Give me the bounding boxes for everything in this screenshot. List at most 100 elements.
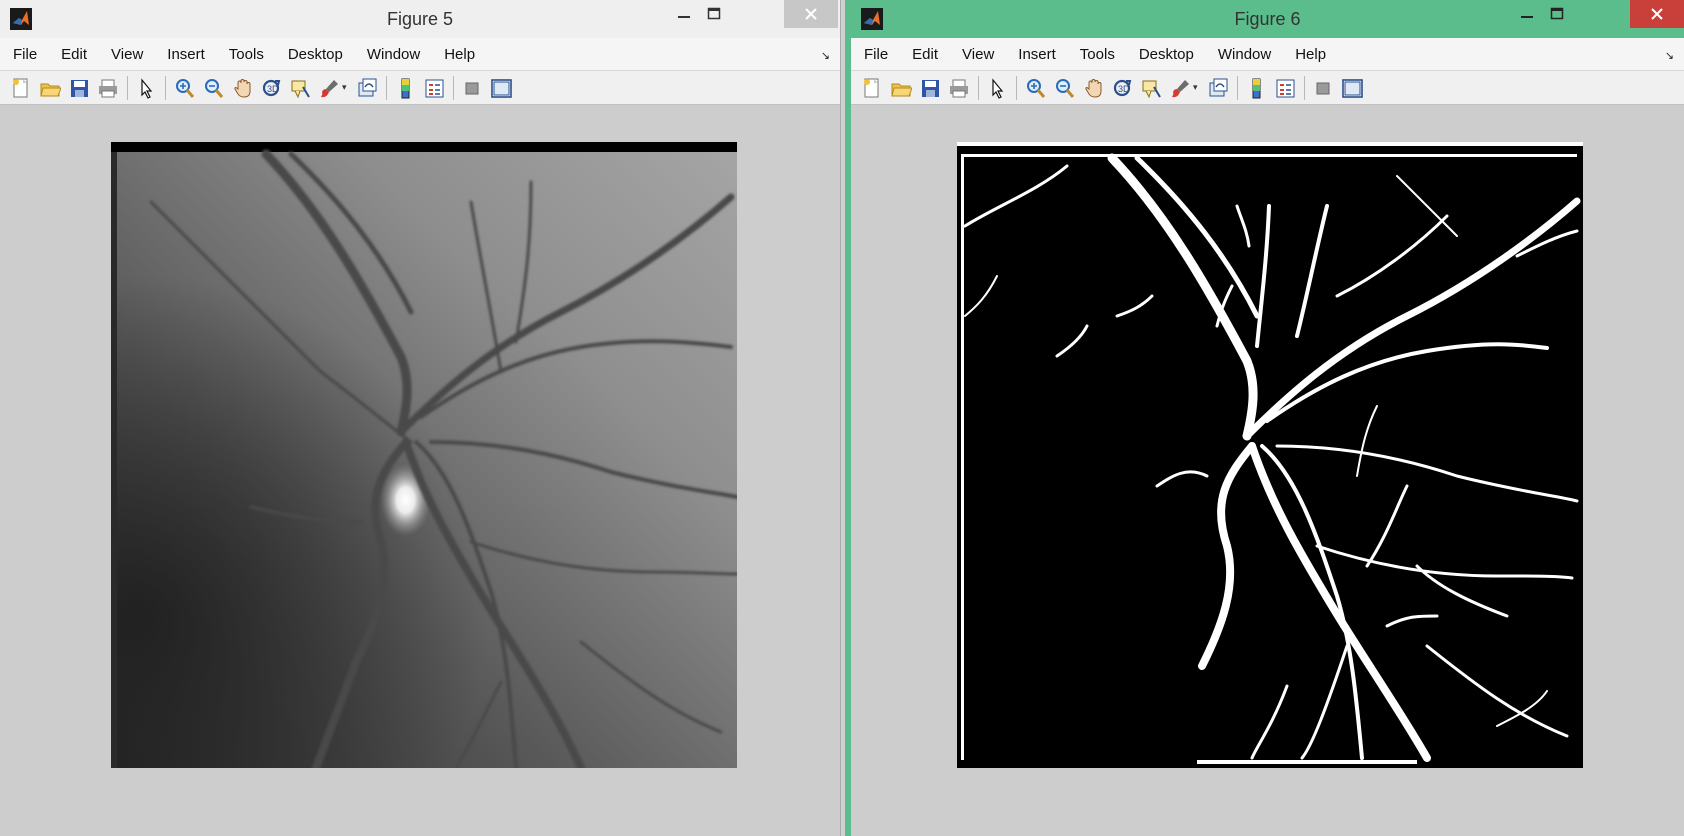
open-file-button[interactable] xyxy=(889,76,913,100)
link-plot-button[interactable] xyxy=(1206,76,1230,100)
open-file-button[interactable] xyxy=(38,76,62,100)
figure-toolbar: 3D ▾ xyxy=(851,71,1684,105)
data-cursor-icon xyxy=(1142,80,1161,98)
brush-dropdown-icon[interactable]: ▾ xyxy=(1193,82,1198,93)
insert-legend-button[interactable] xyxy=(1273,76,1297,100)
menu-help[interactable]: Help xyxy=(441,44,478,65)
menu-file[interactable]: File xyxy=(861,44,891,65)
insert-legend-icon xyxy=(1276,79,1295,97)
show-plot-tools-icon xyxy=(1341,78,1363,98)
figure-canvas xyxy=(851,106,1684,836)
toolbar-separator xyxy=(165,75,166,100)
figure-toolbar: 3D ▾ xyxy=(0,71,840,105)
title-bar[interactable]: Figure 5 xyxy=(0,0,840,38)
brush-button[interactable] xyxy=(317,76,341,100)
save-figure-icon xyxy=(922,79,939,97)
insert-colorbar-icon xyxy=(401,78,410,98)
zoom-in-button[interactable] xyxy=(172,76,196,100)
menu-tools[interactable]: Tools xyxy=(226,44,267,65)
insert-colorbar-button[interactable] xyxy=(393,76,417,100)
print-figure-button[interactable] xyxy=(96,76,120,100)
data-cursor-button[interactable] xyxy=(288,76,312,100)
menu-help[interactable]: Help xyxy=(1292,44,1329,65)
edit-plot-button[interactable] xyxy=(985,76,1009,100)
toolbar-separator xyxy=(1303,75,1305,100)
insert-colorbar-button[interactable] xyxy=(1244,76,1268,100)
grayscale-fundus-image[interactable] xyxy=(111,142,737,768)
maximize-button[interactable] xyxy=(1542,0,1572,28)
new-figure-icon xyxy=(13,78,28,97)
menu-bar: File Edit View Insert Tools Desktop Wind… xyxy=(851,38,1684,71)
hide-plot-tools-button[interactable] xyxy=(460,76,484,100)
hide-plot-tools-button[interactable] xyxy=(1311,76,1335,100)
zoom-in-icon xyxy=(176,78,195,98)
menu-window[interactable]: Window xyxy=(364,44,423,65)
show-plot-tools-button[interactable] xyxy=(489,76,513,100)
minimize-button[interactable] xyxy=(669,0,699,28)
toolbar-separator xyxy=(1236,75,1238,100)
rotate-3d-button[interactable]: 3D xyxy=(1110,76,1134,100)
zoom-out-button[interactable] xyxy=(1052,76,1076,100)
insert-legend-button[interactable] xyxy=(422,76,446,100)
hide-plot-tools-icon xyxy=(465,82,479,94)
save-figure-button[interactable] xyxy=(67,76,91,100)
zoom-out-icon xyxy=(205,78,224,98)
menu-tools[interactable]: Tools xyxy=(1077,44,1118,65)
hide-plot-tools-icon xyxy=(1316,82,1330,94)
zoom-in-icon xyxy=(1027,78,1046,98)
open-file-icon xyxy=(40,83,61,96)
open-file-icon xyxy=(891,83,912,96)
pan-button[interactable] xyxy=(1081,76,1105,100)
new-figure-button[interactable] xyxy=(860,76,884,100)
menu-desktop[interactable]: Desktop xyxy=(285,44,346,65)
minimize-button[interactable] xyxy=(1512,0,1542,28)
link-plot-button[interactable] xyxy=(355,76,379,100)
toolbar-separator xyxy=(452,75,454,100)
close-button[interactable] xyxy=(784,0,838,28)
zoom-in-button[interactable] xyxy=(1023,76,1047,100)
maximize-icon xyxy=(707,7,721,20)
close-button[interactable] xyxy=(1630,0,1684,28)
brush-icon xyxy=(1172,79,1189,97)
brush-button[interactable] xyxy=(1168,76,1192,100)
data-cursor-button[interactable] xyxy=(1139,76,1163,100)
zoom-out-button[interactable] xyxy=(201,76,225,100)
menu-view[interactable]: View xyxy=(959,44,997,65)
new-figure-button[interactable] xyxy=(9,76,33,100)
dock-figure-icon[interactable]: ↘ xyxy=(821,49,830,62)
new-figure-icon xyxy=(864,78,879,97)
edit-plot-button[interactable] xyxy=(134,76,158,100)
show-plot-tools-button[interactable] xyxy=(1340,76,1364,100)
menu-edit[interactable]: Edit xyxy=(58,44,90,65)
menu-insert[interactable]: Insert xyxy=(164,44,208,65)
toolbar-separator xyxy=(385,75,387,100)
figure-canvas xyxy=(0,106,840,836)
save-figure-button[interactable] xyxy=(918,76,942,100)
close-icon xyxy=(805,8,817,20)
binary-vessel-segmentation-image[interactable] xyxy=(957,142,1583,768)
figure-6-window: Figure 6 File Edit View Insert Tools Des… xyxy=(845,0,1684,836)
menu-edit[interactable]: Edit xyxy=(909,44,941,65)
menu-bar: File Edit View Insert Tools Desktop Wind… xyxy=(0,38,840,71)
menu-insert[interactable]: Insert xyxy=(1015,44,1059,65)
insert-legend-icon xyxy=(425,79,444,97)
brush-dropdown-icon[interactable]: ▾ xyxy=(342,82,347,93)
pan-button[interactable] xyxy=(230,76,254,100)
svg-text:3D: 3D xyxy=(1118,84,1130,94)
link-plot-icon xyxy=(1209,78,1228,96)
maximize-button[interactable] xyxy=(699,0,729,28)
print-figure-button[interactable] xyxy=(947,76,971,100)
menu-file[interactable]: File xyxy=(10,44,40,65)
title-bar[interactable]: Figure 6 xyxy=(851,0,1684,38)
menu-window[interactable]: Window xyxy=(1215,44,1274,65)
menu-desktop[interactable]: Desktop xyxy=(1136,44,1197,65)
zoom-out-icon xyxy=(1056,78,1075,98)
rotate-3d-button[interactable]: 3D xyxy=(259,76,283,100)
show-plot-tools-icon xyxy=(490,78,512,98)
menu-view[interactable]: View xyxy=(108,44,146,65)
rotate-3d-icon: 3D xyxy=(1113,79,1132,96)
dock-figure-icon[interactable]: ↘ xyxy=(1665,49,1674,62)
minimize-icon xyxy=(678,16,690,18)
close-icon xyxy=(1651,8,1663,20)
pan-icon xyxy=(234,78,251,98)
